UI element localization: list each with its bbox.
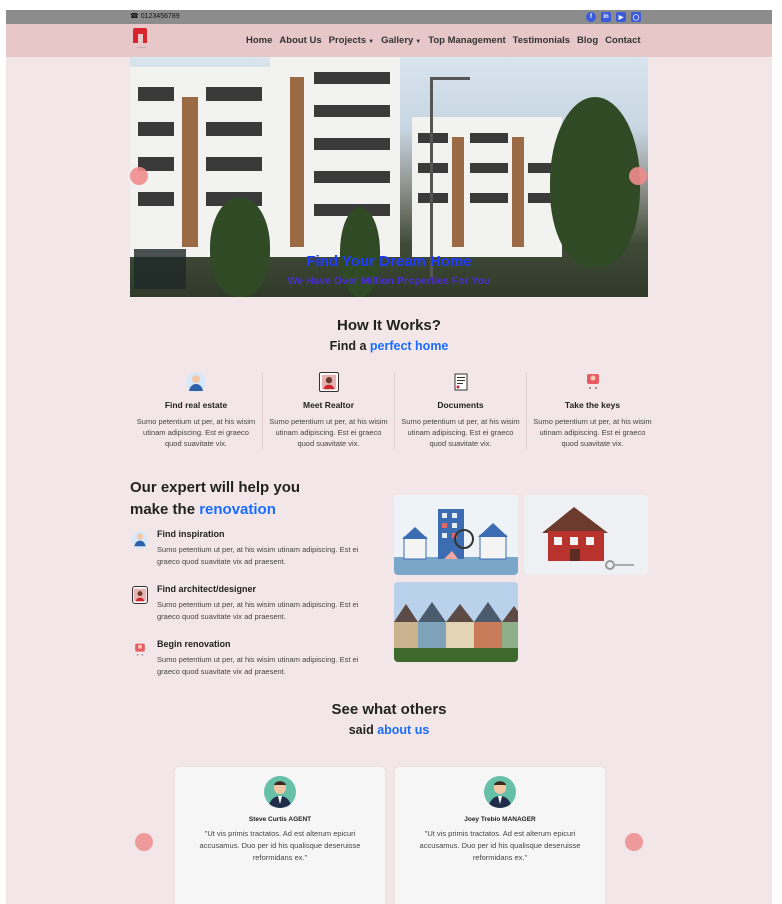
testimonial-author: Joey Trebio MANAGER <box>395 816 605 823</box>
hero-subtitle: We Have Over Million Properties For You <box>287 275 491 287</box>
step-card: Find real estate Sumo petentium ut per, … <box>130 372 262 449</box>
realtor-portrait-icon <box>318 372 339 392</box>
feature-text: Sumo petentium ut per, at his wisim utin… <box>157 545 359 566</box>
feature-title: Find architect/designer <box>157 584 257 594</box>
page: ☎ 0123456789 f in ▶ ◯ ——— Home About Us … <box>6 10 772 904</box>
phone-contact[interactable]: ☎ 0123456789 <box>130 12 180 21</box>
house-model-keys-image <box>524 495 648 575</box>
testimonials-next-button[interactable] <box>625 833 643 851</box>
inspiration-agent-icon <box>132 531 148 549</box>
author-name: Steve Curtis <box>248 816 287 823</box>
avatar <box>484 776 516 808</box>
real-estate-agent-icon <box>186 372 206 392</box>
nav-testimonials[interactable]: Testimonials <box>513 35 570 46</box>
author-role: AGENT <box>288 816 312 823</box>
nav-projects[interactable]: Projects ▼ <box>329 35 374 46</box>
facebook-icon[interactable]: f <box>586 12 596 22</box>
expert-title-line1: Our expert will help you <box>130 479 301 496</box>
architect-portrait-icon <box>132 586 148 604</box>
hero-street-lamp <box>430 77 470 277</box>
step-text: Sumo petentium ut per, at his wisim utin… <box>136 417 256 448</box>
testimonials-subtitle-accent: about us <box>377 723 430 737</box>
city-illustration-image <box>394 495 518 575</box>
documents-icon <box>451 372 471 392</box>
how-title: How It Works? <box>337 317 441 334</box>
testimonials-prev-button[interactable] <box>135 833 153 851</box>
testimonial-author: Steve Curtis AGENT <box>175 816 385 823</box>
step-title: Take the keys <box>564 400 621 410</box>
testimonials-subtitle: said about us <box>6 723 772 737</box>
step-text: Sumo petentium ut per, at his wisim utin… <box>533 417 652 448</box>
hero-tree <box>550 97 640 267</box>
author-name: Joey Trebio <box>464 816 501 823</box>
nav-about-us[interactable]: About Us <box>279 35 321 46</box>
avatar <box>264 776 296 808</box>
expert-title-accent: renovation <box>199 501 276 518</box>
hero-prev-button[interactable] <box>130 167 148 185</box>
nav-blog[interactable]: Blog <box>577 35 598 46</box>
nav-gallery-label: Gallery <box>381 35 414 46</box>
hero-title: Find Your Dream Home <box>306 253 472 270</box>
how-steps: Find real estate Sumo petentium ut per, … <box>130 372 658 449</box>
nav-projects-label: Projects <box>328 35 367 46</box>
feature-title: Find inspiration <box>157 529 225 539</box>
hero-next-button[interactable] <box>629 167 647 185</box>
nav-home[interactable]: Home <box>246 35 272 46</box>
step-title: Documents <box>437 400 484 410</box>
step-title: Meet Realtor <box>302 400 354 410</box>
testimonial-card: Steve Curtis AGENT "Ut vis primis tracta… <box>175 767 385 904</box>
how-subtitle: Find a perfect home <box>6 339 772 353</box>
feature-text: Sumo petentium ut per, at his wisim utin… <box>157 600 359 621</box>
testimonial-quote: "Ut vis primis tractatos. Ad est alterum… <box>419 829 581 862</box>
step-card: Documents Sumo petentium ut per, at his … <box>394 372 526 449</box>
step-title: Find real estate <box>164 400 228 410</box>
chevron-down-icon: ▼ <box>368 39 375 45</box>
main-menu: Home About Us Projects ▼ Gallery ▼ Top Man… <box>246 35 641 46</box>
social-links: f in ▶ ◯ <box>586 12 641 22</box>
hero-building-right <box>412 117 562 257</box>
testimonials-subtitle-prefix: said <box>348 723 378 737</box>
phone-icon: ☎ <box>130 13 139 20</box>
linkedin-icon[interactable]: in <box>601 12 611 22</box>
feature-title: Begin renovation <box>157 639 231 649</box>
testimonial-card: Joey Trebio MANAGER "Ut vis primis tract… <box>395 767 605 904</box>
renovation-agent-icon <box>132 641 148 659</box>
nav-top-management[interactable]: Top Management <box>428 35 505 46</box>
row-houses-image <box>394 582 518 662</box>
expert-title: Our expert will help you make the renova… <box>130 477 380 521</box>
site-logo[interactable]: ——— <box>130 28 152 54</box>
hero-building-center <box>270 57 400 257</box>
step-card: Meet Realtor Sumo petentium ut per, at h… <box>262 372 394 449</box>
expert-title-prefix: make the <box>130 501 200 518</box>
step-text: Sumo petentium ut per, at his wisim utin… <box>269 417 388 448</box>
how-subtitle-prefix: Find a <box>329 339 370 353</box>
feature-text: Sumo petentium ut per, at his wisim utin… <box>157 655 359 676</box>
nav-contact[interactable]: Contact <box>605 35 640 46</box>
nav-gallery[interactable]: Gallery ▼ <box>381 35 421 46</box>
chevron-down-icon: ▼ <box>415 39 422 45</box>
how-subtitle-accent: perfect home <box>369 339 449 353</box>
top-bar: ☎ 0123456789 f in ▶ ◯ <box>6 10 772 24</box>
logo-mark <box>133 28 147 43</box>
instagram-icon[interactable]: ◯ <box>631 12 641 22</box>
testimonials-title: See what others <box>331 701 447 718</box>
step-text: Sumo petentium ut per, at his wisim utin… <box>401 417 520 448</box>
youtube-icon[interactable]: ▶ <box>616 12 626 22</box>
navbar: ——— Home About Us Projects ▼ Gallery ▼ Top… <box>6 24 772 57</box>
step-card: Take the keys Sumo petentium ut per, at … <box>526 372 658 449</box>
expert-title-line2: make the renovation <box>130 499 380 521</box>
logo-caption: ——— <box>136 45 146 49</box>
keys-icon <box>583 372 603 392</box>
hero-carousel: Find Your Dream Home We Have Over Millio… <box>130 57 648 297</box>
testimonial-quote: "Ut vis primis tractatos. Ad est alterum… <box>199 829 361 862</box>
author-role: MANAGER <box>502 816 536 823</box>
phone-number: 0123456789 <box>140 12 180 20</box>
